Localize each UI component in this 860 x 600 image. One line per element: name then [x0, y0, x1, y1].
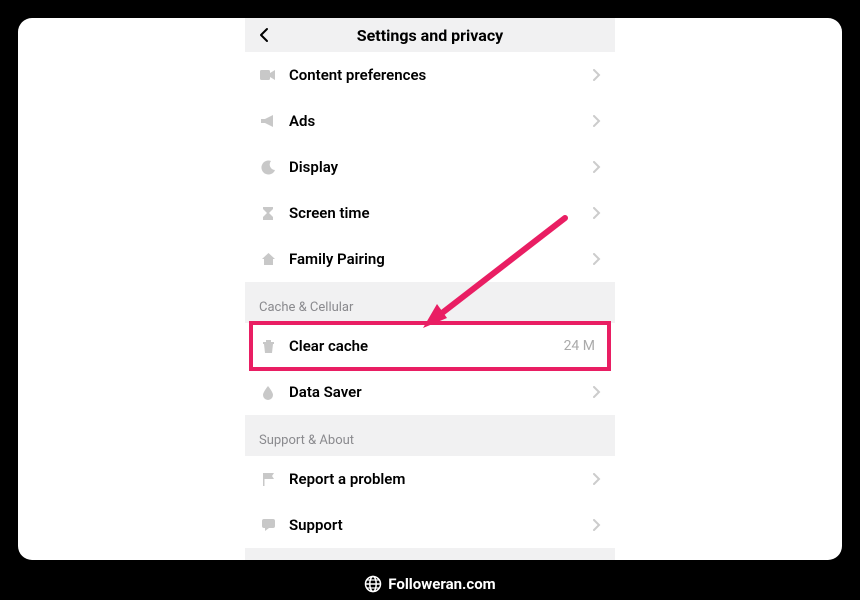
- row-label: Support: [289, 516, 593, 534]
- settings-group-support: Report a problem Support: [245, 456, 615, 548]
- video-camera-icon: [259, 66, 277, 84]
- row-label: Screen time: [289, 204, 593, 222]
- section-header-cache: Cache & Cellular: [245, 282, 615, 323]
- globe-icon: [364, 575, 382, 593]
- home-icon: [259, 250, 277, 268]
- hourglass-icon: [259, 204, 277, 222]
- megaphone-icon: [259, 112, 277, 130]
- drop-icon: [259, 383, 277, 401]
- settings-group-content: Content preferences Ads Display Screen t…: [245, 52, 615, 282]
- screenshot-viewport: Settings and privacy Content preferences…: [18, 18, 842, 560]
- row-label: Data Saver: [289, 383, 593, 401]
- chevron-right-icon: [593, 161, 601, 173]
- back-button[interactable]: [255, 25, 275, 45]
- row-label: Display: [289, 158, 593, 176]
- page-title: Settings and privacy: [357, 26, 503, 45]
- watermark-text: Followeran.com: [388, 575, 495, 593]
- row-display[interactable]: Display: [245, 144, 615, 190]
- row-screen-time[interactable]: Screen time: [245, 190, 615, 236]
- row-label: Family Pairing: [289, 250, 593, 268]
- row-data-saver[interactable]: Data Saver: [245, 369, 615, 415]
- cache-size-value: 24 M: [564, 338, 595, 354]
- row-label: Clear cache: [289, 337, 564, 355]
- row-content-preferences[interactable]: Content preferences: [245, 52, 615, 98]
- row-ads[interactable]: Ads: [245, 98, 615, 144]
- chat-icon: [259, 516, 277, 534]
- settings-header: Settings and privacy: [245, 18, 615, 52]
- chevron-right-icon: [593, 253, 601, 265]
- moon-icon: [259, 158, 277, 176]
- chevron-right-icon: [593, 519, 601, 531]
- watermark-footer: Followeran.com: [0, 568, 860, 600]
- row-clear-cache[interactable]: Clear cache 24 M: [245, 323, 615, 369]
- section-header-support: Support & About: [245, 415, 615, 456]
- row-family-pairing[interactable]: Family Pairing: [245, 236, 615, 282]
- chevron-right-icon: [593, 69, 601, 81]
- chevron-left-icon: [257, 27, 273, 43]
- row-support[interactable]: Support: [245, 502, 615, 548]
- chevron-right-icon: [593, 207, 601, 219]
- row-label: Content preferences: [289, 66, 593, 84]
- row-label: Ads: [289, 112, 593, 130]
- settings-group-cache: Clear cache 24 M Data Saver: [245, 323, 615, 415]
- chevron-right-icon: [593, 386, 601, 398]
- chevron-right-icon: [593, 115, 601, 127]
- phone-frame: Settings and privacy Content preferences…: [245, 18, 615, 560]
- row-label: Report a problem: [289, 470, 593, 488]
- trash-icon: [259, 337, 277, 355]
- settings-list: Content preferences Ads Display Screen t…: [245, 52, 615, 548]
- chevron-right-icon: [593, 473, 601, 485]
- row-report-problem[interactable]: Report a problem: [245, 456, 615, 502]
- flag-icon: [259, 470, 277, 488]
